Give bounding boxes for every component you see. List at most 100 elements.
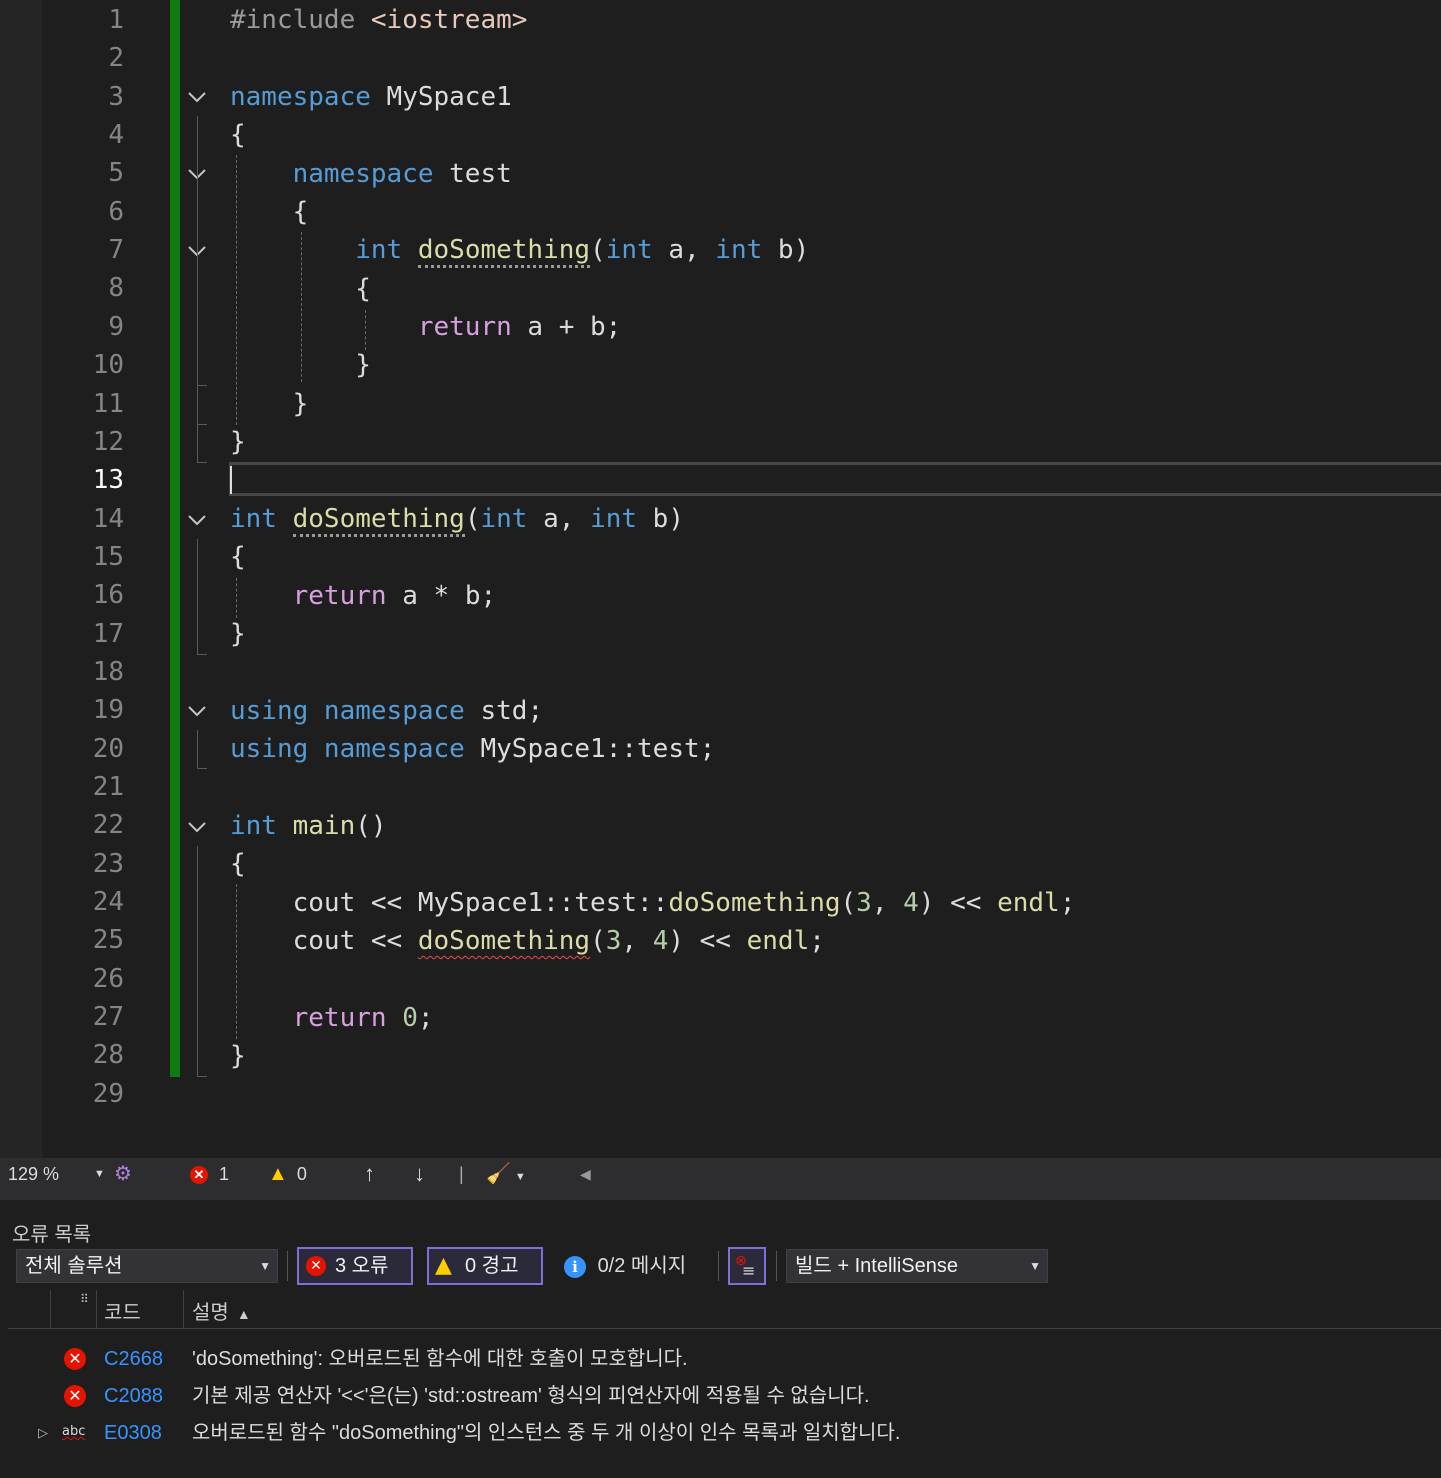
line-number: 21 bbox=[92, 772, 124, 802]
fold-guide-end bbox=[197, 385, 207, 386]
error-description: 'doSomething': 오버로드된 함수에 대한 호출이 모호합니다. bbox=[192, 1348, 688, 1370]
line-number: 10 bbox=[92, 350, 124, 380]
fold-guide bbox=[197, 730, 198, 768]
separator bbox=[287, 1251, 288, 1281]
line-number: 8 bbox=[108, 273, 124, 303]
warnings-filter-toggle[interactable]: ▲ 0 경고 bbox=[427, 1247, 543, 1285]
line-number: 25 bbox=[92, 925, 124, 955]
code-line-22: int main() bbox=[230, 811, 387, 841]
line-number: 5 bbox=[108, 158, 124, 188]
line-number: 9 bbox=[108, 312, 124, 342]
messages-filter-toggle[interactable]: i 0/2 메시지 bbox=[564, 1248, 686, 1284]
error-row[interactable]: ✕ C2668 'doSomething': 오버로드된 함수에 대한 호출이 … bbox=[0, 1341, 1441, 1378]
code-cleanup-icon[interactable]: 🧹 ▼ bbox=[486, 1158, 526, 1190]
code-line-23: { bbox=[230, 849, 246, 879]
code-line-12: } bbox=[230, 427, 246, 457]
line-number: 7 bbox=[108, 235, 124, 265]
code-line-15: { bbox=[230, 542, 246, 572]
error-code-link[interactable]: C2088 bbox=[104, 1378, 163, 1415]
warning-count-indicator[interactable]: ▲ 0 bbox=[268, 1158, 307, 1190]
error-icon: ✕ bbox=[64, 1385, 86, 1407]
editor-status-bar: 129 % ▼ ⚙ ✕ 1 ▲ 0 ↑ ↓ | 🧹 ▼ ◀ bbox=[0, 1158, 1441, 1190]
line-number: 23 bbox=[92, 849, 124, 879]
source-label: 빌드 + IntelliSense bbox=[795, 1255, 958, 1277]
fold-guide bbox=[197, 270, 198, 385]
list-icon: ≡ bbox=[742, 1261, 756, 1280]
errors-filter-toggle[interactable]: ✕ 3 오류 bbox=[297, 1247, 413, 1285]
code-line-10: } bbox=[230, 350, 371, 380]
fold-chevron-icon[interactable] bbox=[186, 700, 208, 722]
line-number: 15 bbox=[92, 542, 124, 572]
error-icon: ✕ bbox=[306, 1256, 326, 1276]
code-line-1: #include <iostream> bbox=[230, 5, 528, 35]
fold-guide-end bbox=[197, 462, 207, 463]
copilot-icon[interactable]: ⚙ bbox=[114, 1158, 132, 1190]
errors-toggle-label: 3 오류 bbox=[335, 1255, 389, 1277]
error-icon: ✕ bbox=[190, 1166, 208, 1185]
arrow-down-icon[interactable]: ↓ bbox=[414, 1158, 425, 1190]
warning-icon: ▲ bbox=[435, 1253, 452, 1278]
line-number: 16 bbox=[92, 580, 124, 610]
fold-chevron-icon[interactable] bbox=[186, 816, 208, 838]
fold-chevron-icon[interactable] bbox=[186, 509, 208, 531]
column-header-description[interactable]: 설명 ▲ bbox=[192, 1296, 251, 1325]
expand-chevron-icon[interactable]: ▷ bbox=[38, 1415, 48, 1452]
filter-button[interactable]: ⊗ ≡ bbox=[728, 1247, 766, 1285]
panel-title: 오류 목록 bbox=[12, 1224, 92, 1246]
error-count-indicator[interactable]: ✕ 1 bbox=[190, 1158, 229, 1190]
error-code-link[interactable]: C2668 bbox=[104, 1341, 163, 1378]
scope-dropdown[interactable]: 전체 솔루션 ▼ bbox=[16, 1249, 278, 1283]
fold-guide-end bbox=[197, 1076, 207, 1077]
error-code-link[interactable]: E0308 bbox=[104, 1415, 162, 1452]
code-line-25: cout << doSomething(3, 4) << endl; bbox=[292, 926, 825, 956]
fold-guide bbox=[197, 539, 198, 654]
glyph-margin bbox=[0, 0, 42, 1158]
line-number: 3 bbox=[108, 82, 124, 112]
chevron-down-icon: ▼ bbox=[259, 1259, 271, 1273]
intellisense-spell-icon: abc bbox=[62, 1424, 86, 1439]
zoom-dropdown[interactable]: 129 % ▼ bbox=[8, 1158, 106, 1190]
code-line-19: using namespace std; bbox=[230, 696, 544, 726]
source-dropdown[interactable]: 빌드 + IntelliSense ▼ bbox=[786, 1249, 1048, 1283]
fold-guide-end bbox=[197, 424, 207, 425]
header-divider bbox=[8, 1328, 1441, 1329]
code-line-8: { bbox=[230, 274, 371, 304]
separator bbox=[718, 1251, 719, 1281]
arrow-up-icon[interactable]: ↑ bbox=[364, 1158, 375, 1190]
separator bbox=[776, 1251, 777, 1281]
current-line-highlight bbox=[229, 462, 1441, 496]
fold-guide bbox=[197, 846, 198, 1076]
column-header-code[interactable]: 코드 bbox=[104, 1296, 141, 1325]
column-chooser-icon[interactable]: ⠿ bbox=[80, 1292, 89, 1306]
line-number: 13 bbox=[92, 465, 124, 495]
code-line-7: int doSomething(int a, int b) bbox=[230, 231, 809, 269]
fold-guide-end bbox=[197, 768, 207, 769]
separator: | bbox=[459, 1164, 464, 1184]
code-editor[interactable]: 1 2 3 4 5 6 7 8 9 10 11 12 13 14 15 16 17 18 19 20 21 22 23 24 2… bbox=[0, 0, 1441, 1158]
code-line-3: namespace MySpace1 bbox=[230, 82, 512, 112]
sort-ascending-icon: ▲ bbox=[236, 1305, 251, 1322]
line-number: 20 bbox=[92, 734, 124, 764]
line-number: 1 bbox=[108, 5, 124, 35]
fold-chevron-icon[interactable] bbox=[186, 86, 208, 108]
text-caret bbox=[230, 466, 232, 494]
line-number: 2 bbox=[108, 43, 124, 73]
error-description: 오버로드된 함수 "doSomething"의 인스턴스 중 두 개 이상이 인… bbox=[192, 1422, 901, 1444]
code-line-24: cout << MySpace1::test::doSomething(3, 4… bbox=[292, 888, 1076, 918]
code-line-14: int doSomething(int a, int b) bbox=[230, 500, 684, 538]
line-number: 24 bbox=[92, 887, 124, 917]
scroll-left-icon[interactable]: ◀ bbox=[580, 1158, 591, 1190]
fold-guide-end bbox=[197, 654, 207, 655]
warning-icon: ▲ bbox=[268, 1163, 288, 1185]
column-divider bbox=[96, 1290, 97, 1328]
chevron-down-icon: ▼ bbox=[514, 1171, 526, 1183]
code-line-27: return 0; bbox=[292, 1003, 434, 1033]
error-row[interactable]: ✕ C2088 기본 제공 연산자 '<<'은(는) 'std::ostream… bbox=[0, 1378, 1441, 1415]
error-row[interactable]: ▷ abc E0308 오버로드된 함수 "doSomething"의 인스턴스… bbox=[0, 1415, 1441, 1452]
column-divider bbox=[183, 1290, 184, 1328]
code-line-16: return a * b; bbox=[292, 581, 497, 611]
code-line-11: } bbox=[230, 389, 309, 419]
line-number: 22 bbox=[92, 810, 124, 840]
code-line-5: namespace test bbox=[230, 159, 512, 189]
error-squiggle: doSomething bbox=[417, 926, 591, 956]
